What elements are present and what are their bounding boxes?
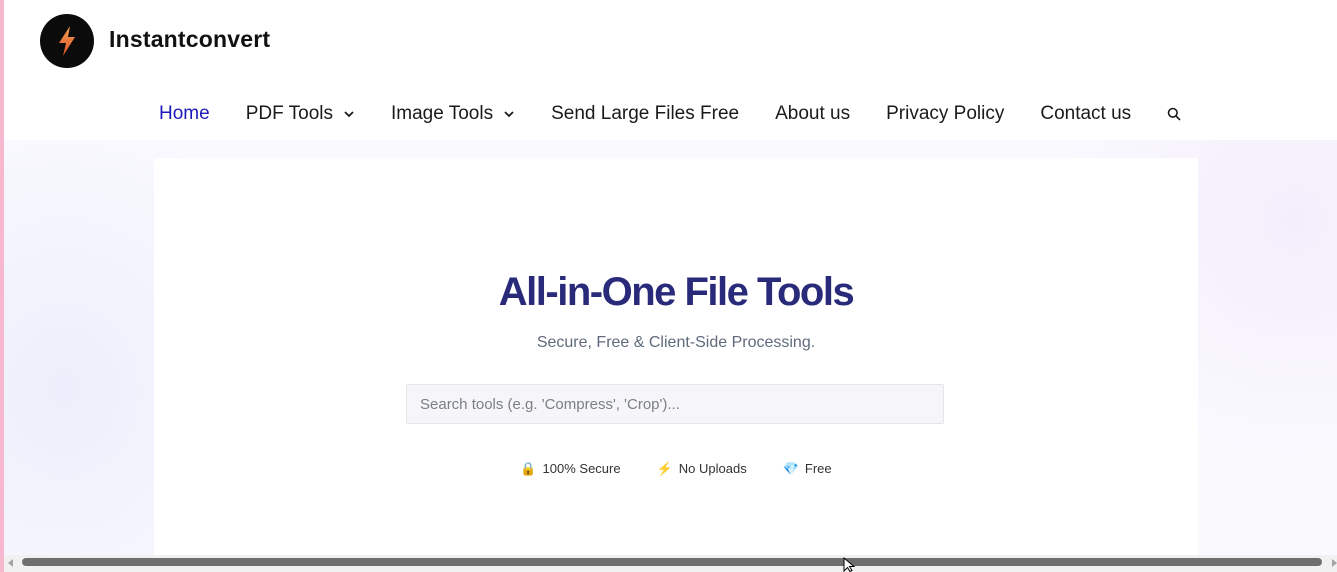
- nav-item-privacy-policy[interactable]: Privacy Policy: [886, 103, 1004, 125]
- nav-item-label: Image Tools: [390, 103, 494, 124]
- nav-item-about-us[interactable]: About us: [775, 103, 850, 125]
- gem-icon: 💎: [782, 460, 799, 476]
- hero-card: [154, 158, 1198, 555]
- scrollbar-thumb[interactable]: [22, 558, 1322, 566]
- nav-item-send-large-files[interactable]: Send Large Files Free: [551, 103, 739, 125]
- chevron-down-icon: [503, 108, 515, 120]
- lightning-bolt-icon: [59, 26, 75, 56]
- nav-item-label: PDF Tools: [245, 103, 333, 124]
- mouse-cursor-icon: [843, 557, 856, 572]
- tool-search-input[interactable]: [406, 384, 944, 424]
- nav-item-label: Contact us: [1040, 103, 1132, 124]
- hero-title: All-in-One File Tools: [498, 270, 855, 314]
- nav-item-label: Send Large Files Free: [551, 103, 740, 124]
- badge-secure: 🔒 100% Secure: [520, 461, 620, 476]
- nav-item-label: Home: [159, 103, 210, 124]
- scroll-right-arrow-icon[interactable]: [1332, 559, 1337, 567]
- main-nav: Home PDF Tools Image Tools Send Large Fi…: [159, 100, 1181, 128]
- badge-label: 100% Secure: [542, 461, 621, 476]
- feature-badges: 🔒 100% Secure ⚡ No Uploads 💎 Free: [0, 461, 1337, 476]
- badge-no-uploads: ⚡ No Uploads: [657, 461, 747, 476]
- nav-search-button[interactable]: [1167, 107, 1181, 121]
- scroll-left-arrow-icon[interactable]: [8, 559, 13, 567]
- horizontal-scrollbar[interactable]: [4, 555, 1337, 572]
- nav-item-image-tools[interactable]: Image Tools: [391, 103, 515, 125]
- nav-item-pdf-tools[interactable]: PDF Tools: [246, 103, 355, 125]
- hero-subtitle: Secure, Free & Client-Side Processing.: [536, 334, 816, 351]
- site-logo[interactable]: [40, 14, 94, 68]
- nav-item-label: Privacy Policy: [886, 103, 1005, 124]
- nav-item-contact-us[interactable]: Contact us: [1040, 103, 1131, 125]
- badge-label: Free: [804, 461, 832, 476]
- nav-item-home[interactable]: Home: [159, 103, 210, 125]
- badge-label: No Uploads: [678, 461, 747, 476]
- lightning-icon: ⚡: [656, 460, 673, 476]
- lock-icon: 🔒: [520, 460, 537, 476]
- chevron-down-icon: [343, 108, 355, 120]
- badge-free: 💎 Free: [783, 461, 832, 476]
- brand-name[interactable]: Instantconvert: [109, 26, 270, 53]
- site-header: Instantconvert Home PDF Tools Image Tool…: [4, 0, 1337, 140]
- search-icon: [1167, 107, 1181, 121]
- nav-item-label: About us: [775, 103, 851, 124]
